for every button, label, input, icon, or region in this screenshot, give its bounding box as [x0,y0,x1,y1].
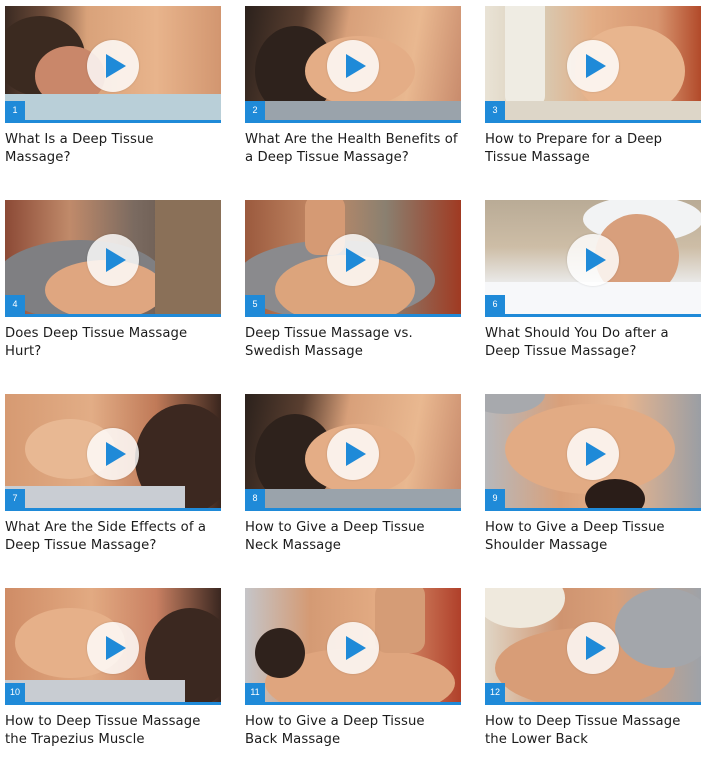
play-button[interactable] [327,40,379,92]
video-number-badge: 9 [485,489,505,508]
thumbnail-underline [485,120,701,123]
video-number-badge: 7 [5,489,25,508]
play-button[interactable] [87,622,139,674]
thumbnail-underline [245,702,461,705]
play-button[interactable] [327,622,379,674]
video-card-9[interactable]: 9 How to Give a Deep Tissue Shoulder Mas… [485,394,701,588]
play-icon [586,442,606,466]
video-thumbnail[interactable]: 3 [485,6,701,123]
play-icon [106,636,126,660]
video-thumbnail[interactable]: 11 [245,588,461,705]
video-card-7[interactable]: 7 What Are the Side Effects of a Deep Ti… [5,394,221,588]
video-number-badge: 11 [245,683,265,702]
video-number-badge: 1 [5,101,25,120]
video-number-badge: 10 [5,683,25,702]
video-number-badge: 5 [245,295,265,314]
video-thumbnail[interactable]: 12 [485,588,701,705]
play-button[interactable] [567,622,619,674]
thumbnail-underline [485,314,701,317]
video-title[interactable]: How to Deep Tissue Massage the Lower Bac… [485,713,701,749]
thumbnail-underline [5,508,221,511]
video-grid: 1 What Is a Deep Tissue Massage? 2 What … [5,6,701,782]
video-card-5[interactable]: 5 Deep Tissue Massage vs. Swedish Massag… [245,200,461,394]
video-card-2[interactable]: 2 What Are the Health Benefits of a Deep… [245,6,461,200]
video-card-1[interactable]: 1 What Is a Deep Tissue Massage? [5,6,221,200]
thumbnail-underline [5,314,221,317]
video-card-11[interactable]: 11 How to Give a Deep Tissue Back Massag… [245,588,461,782]
video-thumbnail[interactable]: 9 [485,394,701,511]
play-icon [586,54,606,78]
video-thumbnail[interactable]: 2 [245,6,461,123]
video-thumbnail[interactable]: 4 [5,200,221,317]
play-button[interactable] [567,428,619,480]
video-title[interactable]: How to Give a Deep Tissue Neck Massage [245,519,461,555]
video-card-10[interactable]: 10 How to Deep Tissue Massage the Trapez… [5,588,221,782]
video-thumbnail[interactable]: 6 [485,200,701,317]
play-icon [106,54,126,78]
video-card-6[interactable]: 6 What Should You Do after a Deep Tissue… [485,200,701,394]
video-thumbnail[interactable]: 1 [5,6,221,123]
thumbnail-underline [5,120,221,123]
video-number-badge: 3 [485,101,505,120]
video-number-badge: 2 [245,101,265,120]
video-title[interactable]: How to Give a Deep Tissue Back Massage [245,713,461,749]
play-button[interactable] [87,428,139,480]
video-card-3[interactable]: 3 How to Prepare for a Deep Tissue Massa… [485,6,701,200]
video-number-badge: 6 [485,295,505,314]
thumbnail-underline [245,508,461,511]
play-icon [346,442,366,466]
play-icon [586,636,606,660]
thumbnail-underline [485,508,701,511]
video-title[interactable]: What Are the Side Effects of a Deep Tiss… [5,519,221,555]
thumbnail-underline [485,702,701,705]
video-title[interactable]: What Is a Deep Tissue Massage? [5,131,221,167]
play-button[interactable] [87,234,139,286]
play-icon [346,636,366,660]
thumbnail-underline [245,314,461,317]
play-icon [346,248,366,272]
play-icon [106,248,126,272]
play-icon [586,248,606,272]
video-thumbnail[interactable]: 10 [5,588,221,705]
video-number-badge: 4 [5,295,25,314]
play-icon [106,442,126,466]
video-number-badge: 12 [485,683,505,702]
play-button[interactable] [567,234,619,286]
video-title[interactable]: What Should You Do after a Deep Tissue M… [485,325,701,361]
video-title[interactable]: How to Deep Tissue Massage the Trapezius… [5,713,221,749]
play-button[interactable] [567,40,619,92]
thumbnail-underline [5,702,221,705]
video-number-badge: 8 [245,489,265,508]
play-button[interactable] [327,428,379,480]
video-card-4[interactable]: 4 Does Deep Tissue Massage Hurt? [5,200,221,394]
video-thumbnail[interactable]: 8 [245,394,461,511]
play-button[interactable] [87,40,139,92]
video-title[interactable]: What Are the Health Benefits of a Deep T… [245,131,461,167]
video-title[interactable]: How to Prepare for a Deep Tissue Massage [485,131,701,167]
video-card-8[interactable]: 8 How to Give a Deep Tissue Neck Massage [245,394,461,588]
video-title[interactable]: Deep Tissue Massage vs. Swedish Massage [245,325,461,361]
play-icon [346,54,366,78]
video-thumbnail[interactable]: 5 [245,200,461,317]
play-button[interactable] [327,234,379,286]
video-thumbnail[interactable]: 7 [5,394,221,511]
thumbnail-underline [245,120,461,123]
video-card-12[interactable]: 12 How to Deep Tissue Massage the Lower … [485,588,701,782]
video-title[interactable]: How to Give a Deep Tissue Shoulder Massa… [485,519,701,555]
video-title[interactable]: Does Deep Tissue Massage Hurt? [5,325,221,361]
